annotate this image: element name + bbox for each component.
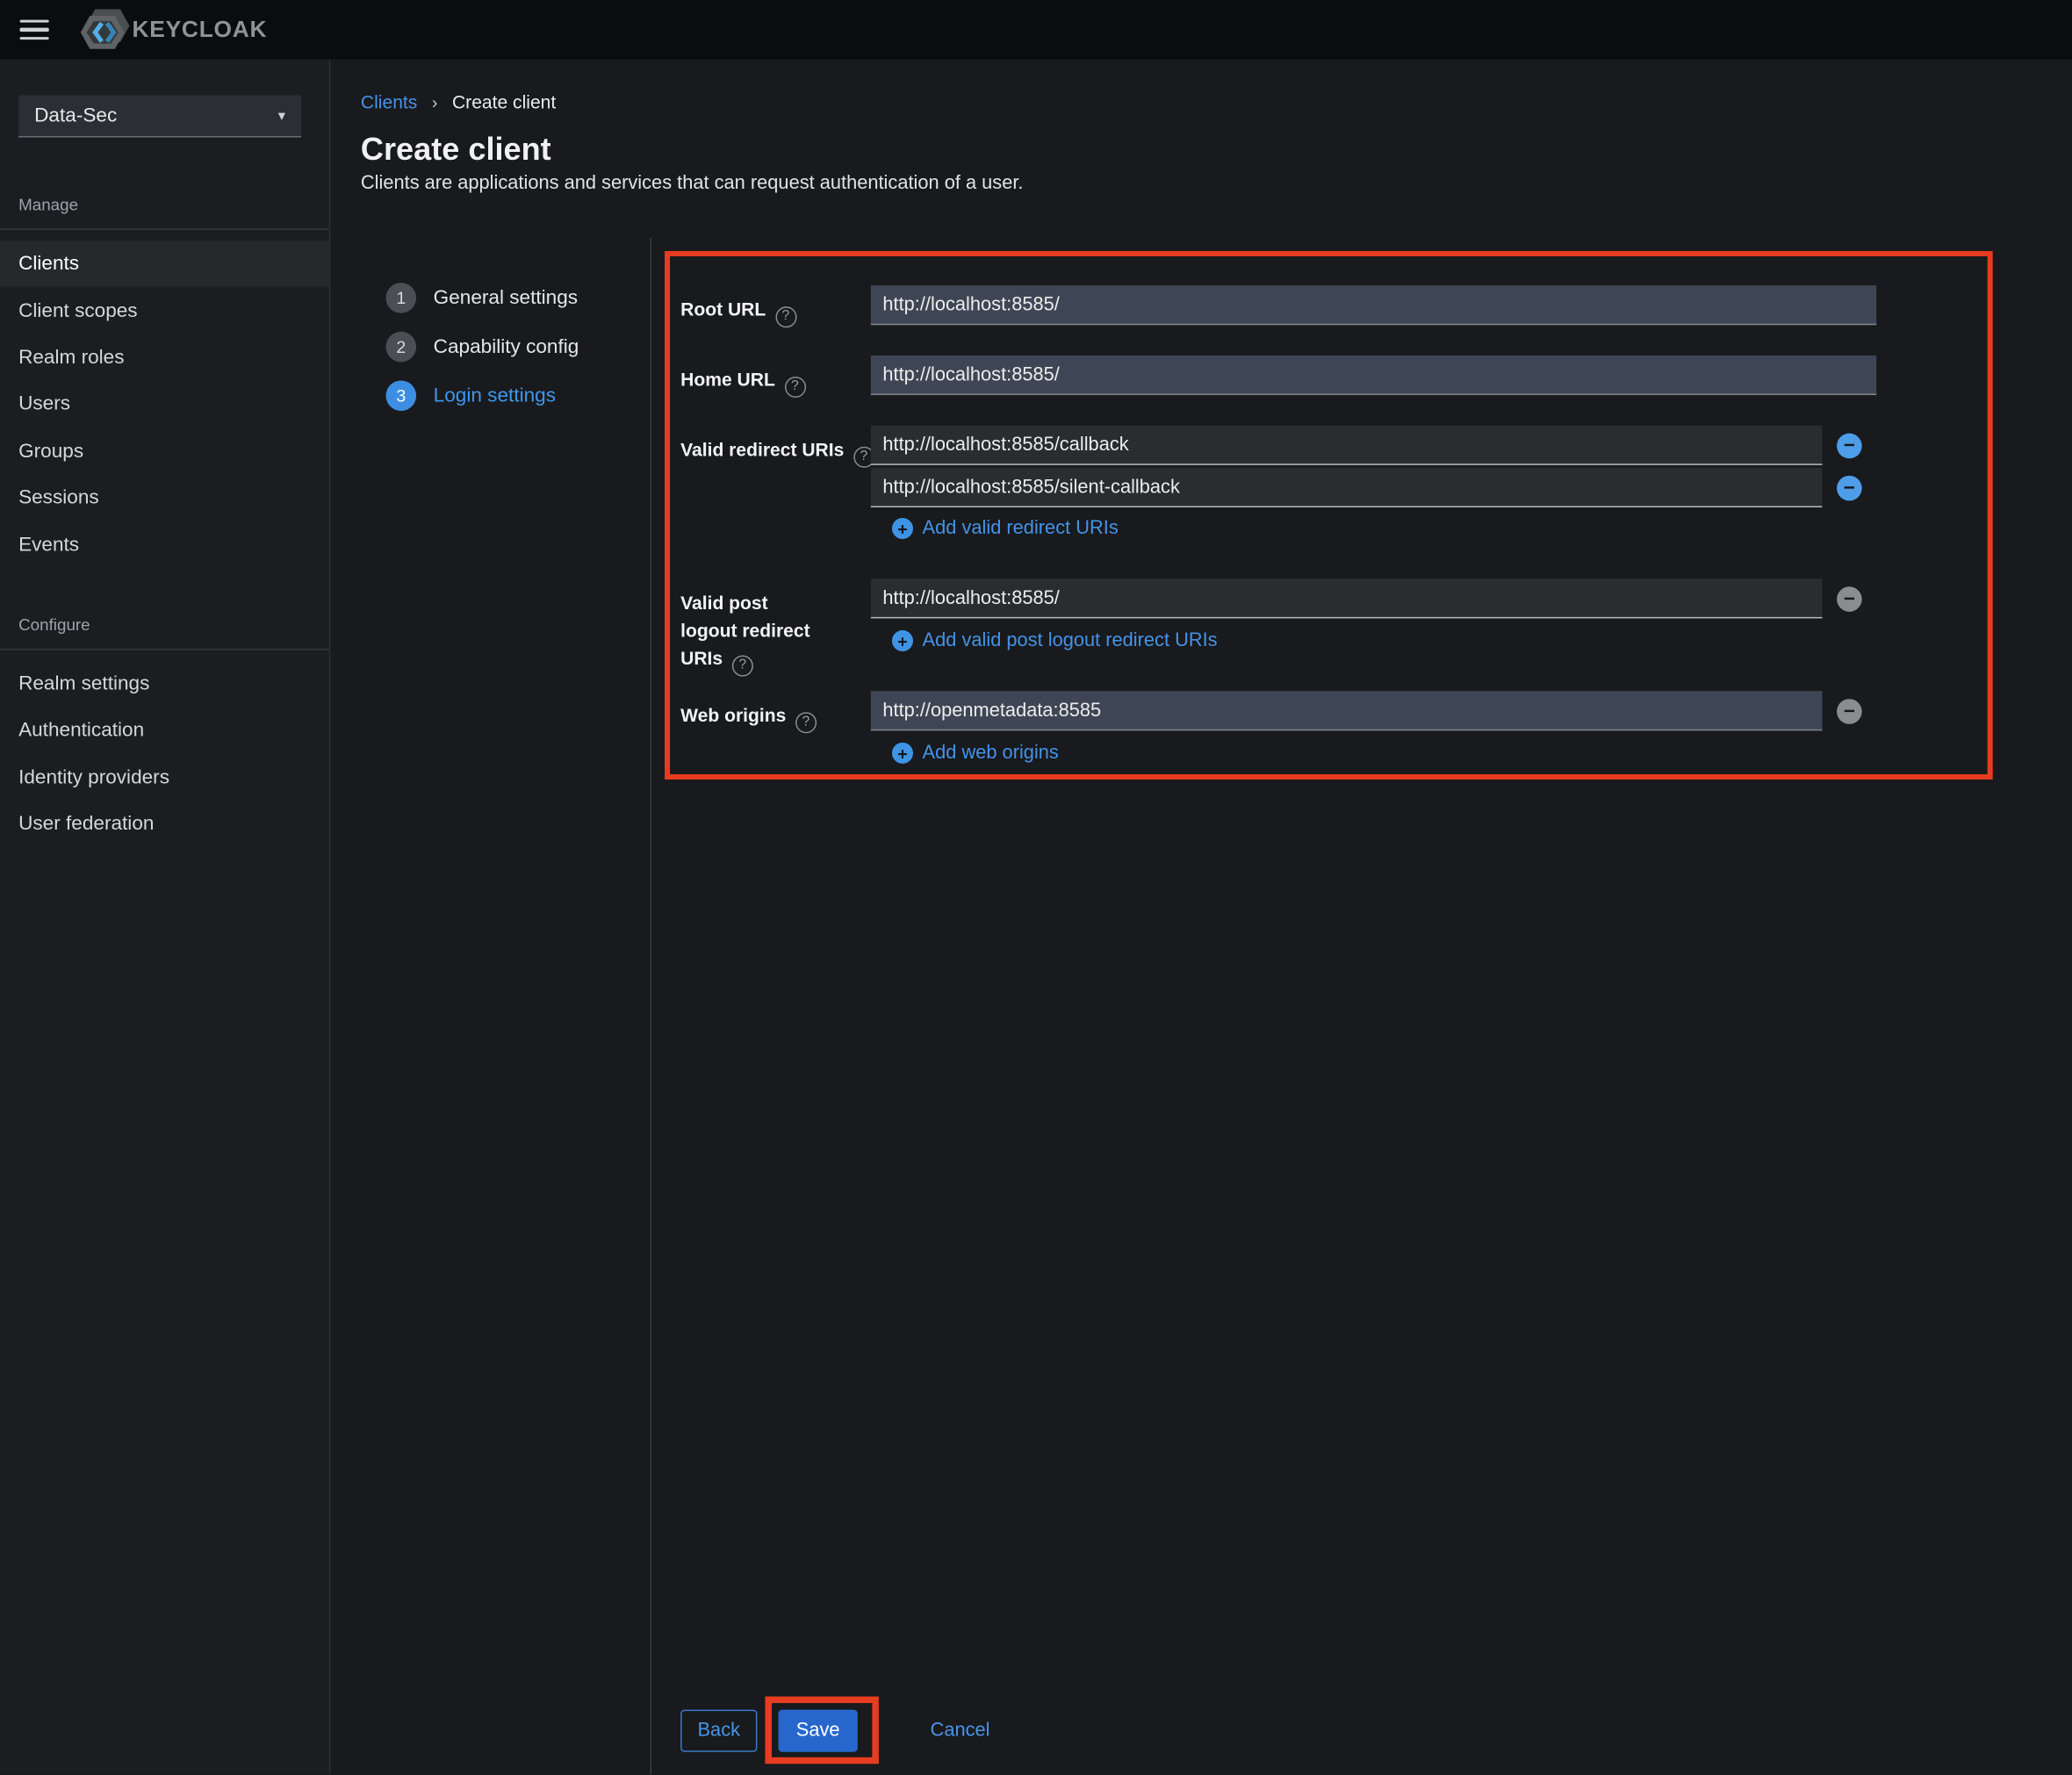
minus-circle-icon[interactable]: − bbox=[1837, 699, 1862, 724]
keycloak-logo-icon bbox=[80, 8, 130, 48]
valid-post-logout-redirect-uris-label: Valid post logout redirect URIs? bbox=[680, 589, 829, 676]
root-url-label: Root URL? bbox=[680, 296, 892, 327]
brand-text: KEYCLOAK bbox=[132, 16, 268, 43]
step-label: General settings bbox=[433, 286, 579, 310]
cancel-link[interactable]: Cancel bbox=[931, 1721, 990, 1742]
breadcrumb-clients-link[interactable]: Clients bbox=[361, 91, 417, 112]
valid-post-logout-redirect-uri-input[interactable] bbox=[870, 578, 1823, 619]
breadcrumb-current: Create client bbox=[451, 90, 557, 112]
sidebar: Data-Sec ▾ Manage Clients Client scopes … bbox=[0, 59, 331, 1775]
wizard-step-capability-config[interactable]: 2 Capability config bbox=[385, 331, 579, 363]
step-number: 2 bbox=[385, 331, 417, 363]
chevron-right-icon: › bbox=[431, 91, 438, 112]
add-valid-post-logout-redirect-uris-link[interactable]: + Add valid post logout redirect URIs bbox=[891, 629, 1218, 652]
step-number: 3 bbox=[385, 380, 417, 412]
sidebar-item-client-scopes[interactable]: Client scopes bbox=[0, 287, 329, 334]
plus-circle-icon: + bbox=[891, 742, 914, 764]
help-icon[interactable]: ? bbox=[795, 711, 817, 733]
sidebar-item-identity-providers[interactable]: Identity providers bbox=[0, 754, 329, 801]
page-title: Create client bbox=[360, 132, 551, 169]
wizard-step-login-settings[interactable]: 3 Login settings bbox=[385, 380, 557, 412]
help-icon[interactable]: ? bbox=[784, 376, 806, 398]
realm-selector[interactable]: Data-Sec ▾ bbox=[18, 95, 302, 138]
minus-circle-icon[interactable]: − bbox=[1837, 433, 1862, 459]
step-label: Login settings bbox=[433, 384, 557, 407]
sidebar-item-authentication[interactable]: Authentication bbox=[0, 707, 329, 753]
configure-nav: Realm settings Authentication Identity p… bbox=[0, 650, 329, 847]
plus-circle-icon: + bbox=[891, 629, 914, 652]
minus-circle-icon[interactable]: − bbox=[1837, 475, 1862, 501]
web-origins-label: Web origins? bbox=[680, 701, 892, 733]
root-url-input[interactable] bbox=[870, 285, 1877, 326]
sidebar-item-events[interactable]: Events bbox=[0, 521, 329, 568]
valid-redirect-uri-input-1[interactable] bbox=[870, 425, 1823, 465]
step-number: 1 bbox=[385, 283, 417, 313]
sidebar-item-users[interactable]: Users bbox=[0, 381, 329, 428]
home-url-label: Home URL? bbox=[680, 366, 892, 398]
wizard-step-general-settings[interactable]: 1 General settings bbox=[385, 283, 578, 313]
panel-divider bbox=[650, 237, 652, 1775]
help-icon[interactable]: ? bbox=[731, 654, 753, 676]
sidebar-item-groups[interactable]: Groups bbox=[0, 428, 329, 474]
page-subtitle: Clients are applications and services th… bbox=[360, 173, 1024, 195]
keycloak-admin-console: KEYCLOAK Data-Sec ▾ Manage Clients Clien… bbox=[0, 0, 2072, 1775]
manage-nav: Clients Client scopes Realm roles Users … bbox=[0, 230, 329, 568]
web-origins-input[interactable] bbox=[870, 691, 1823, 731]
minus-circle-icon[interactable]: − bbox=[1837, 586, 1862, 612]
top-bar: KEYCLOAK bbox=[0, 0, 2072, 60]
keycloak-logo: KEYCLOAK bbox=[79, 4, 267, 56]
nav-section-configure: Configure bbox=[18, 614, 90, 635]
valid-redirect-uris-label: Valid redirect URIs? bbox=[680, 436, 892, 468]
sidebar-item-realm-roles[interactable]: Realm roles bbox=[0, 334, 329, 380]
sidebar-item-sessions[interactable]: Sessions bbox=[0, 474, 329, 521]
home-url-input[interactable] bbox=[870, 355, 1877, 396]
sidebar-item-user-federation[interactable]: User federation bbox=[0, 801, 329, 847]
nav-section-manage: Manage bbox=[18, 195, 79, 214]
plus-circle-icon: + bbox=[891, 518, 914, 540]
save-button[interactable]: Save bbox=[778, 1709, 858, 1752]
back-button[interactable]: Back bbox=[680, 1709, 758, 1752]
breadcrumb: Clients › Create client bbox=[361, 91, 556, 112]
valid-redirect-uri-input-2[interactable] bbox=[870, 467, 1823, 507]
add-web-origins-link[interactable]: + Add web origins bbox=[891, 742, 1059, 764]
sidebar-item-clients[interactable]: Clients bbox=[0, 240, 329, 288]
menu-icon[interactable] bbox=[11, 10, 58, 49]
help-icon[interactable]: ? bbox=[774, 305, 796, 327]
sidebar-item-realm-settings[interactable]: Realm settings bbox=[0, 660, 329, 707]
add-valid-redirect-uris-link[interactable]: + Add valid redirect URIs bbox=[891, 518, 1119, 540]
realm-name: Data-Sec bbox=[34, 104, 118, 127]
step-label: Capability config bbox=[433, 335, 579, 358]
chevron-down-icon: ▾ bbox=[277, 108, 286, 125]
